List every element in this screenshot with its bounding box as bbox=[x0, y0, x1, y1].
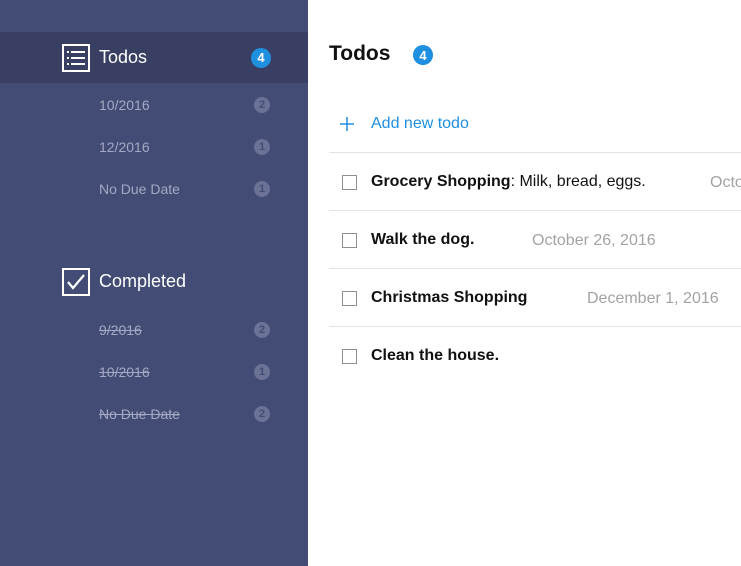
todo-title: Clean the house. bbox=[371, 347, 500, 364]
sidebar-group-label: No Due Date bbox=[99, 181, 180, 197]
sidebar-group-10-2016[interactable]: 10/2016 2 bbox=[0, 90, 308, 120]
todo-description: : Milk, bread, eggs. bbox=[510, 173, 646, 190]
sidebar-group-count: 1 bbox=[254, 181, 270, 197]
sidebar-group-12-2016[interactable]: 12/2016 1 bbox=[0, 132, 308, 162]
add-todo-label: Add new todo bbox=[371, 115, 469, 132]
plus-icon bbox=[340, 117, 354, 131]
sidebar-group-label: 9/2016 bbox=[99, 322, 142, 338]
todo-count-badge: 4 bbox=[413, 45, 433, 65]
sidebar-todos-label: Todos bbox=[99, 47, 148, 67]
todo-date: December 1, 2016 bbox=[587, 290, 719, 307]
sidebar-group-label: No Due Date bbox=[99, 406, 180, 422]
todo-title: Walk the dog. bbox=[371, 231, 475, 248]
sidebar-completed-group-no-due-date[interactable]: No Due Date 2 bbox=[0, 399, 308, 429]
sidebar-group-count: 2 bbox=[254, 322, 270, 338]
sidebar-completed[interactable]: Completed bbox=[0, 256, 308, 307]
list-icon bbox=[62, 43, 90, 72]
sidebar-group-no-due-date[interactable]: No Due Date 1 bbox=[0, 174, 308, 204]
sidebar-group-count: 2 bbox=[254, 406, 270, 422]
todo-text[interactable]: Grocery Shopping: Milk, bread, eggs. bbox=[371, 173, 646, 191]
todo-list: Grocery Shopping: Milk, bread, eggs. Oct… bbox=[329, 152, 741, 385]
sidebar-group-count: 1 bbox=[254, 139, 270, 155]
checkbox-icon[interactable] bbox=[342, 175, 357, 190]
add-todo-button[interactable]: Add new todo bbox=[329, 104, 741, 144]
sidebar-group-count: 1 bbox=[254, 364, 270, 380]
sidebar-completed-label: Completed bbox=[99, 271, 187, 291]
todos-count-badge: 4 bbox=[251, 47, 271, 68]
todo-text[interactable]: Clean the house. bbox=[371, 347, 499, 365]
checkbox-icon[interactable] bbox=[342, 291, 357, 306]
todo-item: Walk the dog. October 26, 2016 bbox=[329, 211, 741, 269]
todo-item: Grocery Shopping: Milk, bread, eggs. Oct… bbox=[329, 153, 741, 211]
sidebar-completed-group-9-2016[interactable]: 9/2016 2 bbox=[0, 315, 308, 345]
sidebar-group-label: 10/2016 bbox=[99, 97, 150, 113]
todo-item: Clean the house. bbox=[329, 327, 741, 385]
sidebar-todos[interactable]: Todos 4 bbox=[0, 32, 308, 83]
todo-title: Christmas Shopping bbox=[371, 289, 528, 306]
page-title: Todos bbox=[329, 42, 391, 65]
checkbox-checked-icon bbox=[62, 267, 90, 296]
checkbox-icon[interactable] bbox=[342, 349, 357, 364]
sidebar: Todos 4 10/2016 2 12/2016 1 No Due Date … bbox=[0, 0, 308, 566]
main-panel: Todos 4 Add new todo Grocery Shopping: M… bbox=[308, 0, 741, 566]
todo-title: Grocery Shopping bbox=[371, 173, 511, 190]
todo-text[interactable]: Christmas Shopping bbox=[371, 289, 527, 307]
sidebar-group-label: 10/2016 bbox=[99, 364, 150, 380]
sidebar-group-count: 2 bbox=[254, 97, 270, 113]
todo-date: October 26, 2016 bbox=[532, 232, 656, 249]
todo-item: Christmas Shopping December 1, 2016 bbox=[329, 269, 741, 327]
checkbox-icon[interactable] bbox=[342, 233, 357, 248]
sidebar-completed-group-10-2016[interactable]: 10/2016 1 bbox=[0, 357, 308, 387]
sidebar-group-label: 12/2016 bbox=[99, 139, 150, 155]
todo-date: Octo bbox=[710, 174, 741, 191]
todo-text[interactable]: Walk the dog. bbox=[371, 231, 474, 249]
